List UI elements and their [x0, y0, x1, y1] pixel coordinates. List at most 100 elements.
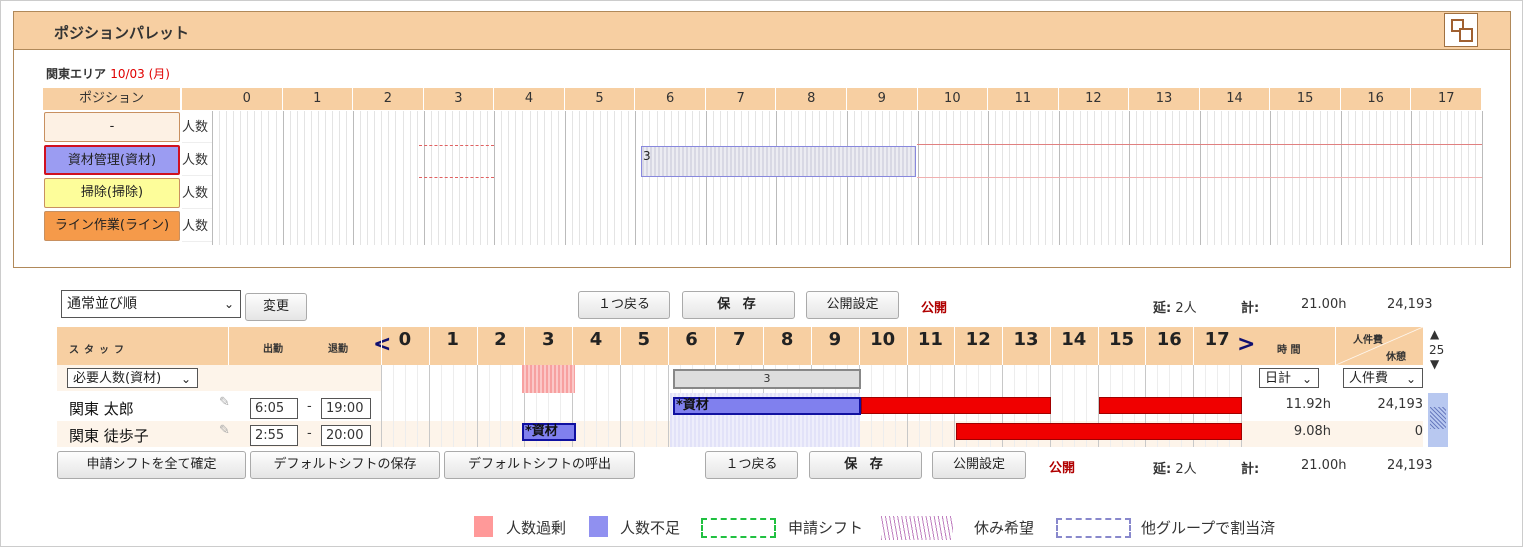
grid-line [755, 111, 757, 245]
grid-line [861, 111, 863, 245]
save-default-shift-button[interactable]: デフォルトシフトの保存 [250, 451, 440, 479]
headcount-label: 人数 [182, 112, 212, 143]
grid-line [974, 111, 975, 245]
publish-settings-button[interactable]: 公開設定 [932, 451, 1026, 479]
grid-line [240, 111, 242, 245]
total-label: 計: [1241, 301, 1260, 316]
change-button[interactable]: 変更 [245, 293, 307, 321]
grid-line [578, 111, 580, 245]
shift-end-input[interactable]: 20:00 [321, 425, 371, 446]
hour-divider [763, 327, 765, 365]
grid-line [1376, 111, 1378, 245]
palette-header: ポジションパレット [14, 12, 1510, 50]
hour-label: 0 [398, 329, 412, 350]
load-default-shift-button[interactable]: デフォルトシフトの呼出 [444, 451, 635, 479]
grid-line [571, 111, 573, 245]
grid-line [1340, 111, 1342, 245]
grid-line [1453, 111, 1455, 245]
hour-divider [954, 327, 956, 365]
grid-line [910, 111, 912, 245]
grid-line [1023, 111, 1025, 245]
total-people-label: 延: [1153, 462, 1172, 477]
scroll-up-icon[interactable]: ▲ [1430, 327, 1439, 341]
shift-bar-unassigned[interactable] [956, 423, 1242, 440]
grid-line [684, 111, 686, 245]
grid-line [1397, 111, 1399, 245]
staff-name[interactable]: 関東 徒歩子 [69, 425, 149, 446]
hour-label: 4 [494, 88, 564, 110]
position-button[interactable]: 資材管理(資材) [44, 145, 180, 175]
shift-bar-unassigned[interactable] [861, 397, 1051, 414]
undo-button[interactable]: １つ戻る [705, 451, 798, 479]
hour-divider [428, 327, 430, 365]
required-count-bar[interactable]: 3 [673, 369, 861, 389]
grid-line [409, 111, 411, 245]
grid-line [1129, 111, 1131, 245]
position-button[interactable]: 掃除(掃除) [44, 178, 180, 208]
grid-line [889, 111, 891, 245]
daily-total-value: 日計 [1265, 371, 1292, 386]
hour-divider [1097, 327, 1099, 365]
hour-divider [667, 327, 669, 365]
grid-line [868, 111, 870, 245]
shift-bar-material[interactable]: *資材 [522, 423, 576, 441]
grid-line [1136, 111, 1138, 245]
grid-line [515, 111, 517, 245]
date-label: 10/03 (月) [110, 67, 170, 81]
shift-bar-unassigned[interactable] [1099, 397, 1242, 414]
cost-type-select[interactable]: 人件費 ⌄ [1343, 368, 1423, 388]
grid-line [903, 111, 905, 245]
grid-line [1319, 111, 1321, 245]
sort-order-select[interactable]: 通常並び順 ⌄ [61, 290, 241, 318]
scroll-count: 25 [1429, 343, 1445, 357]
hour-label: 8 [776, 88, 846, 110]
hour-divider [524, 327, 526, 365]
grid-line [854, 111, 856, 245]
required-count-select[interactable]: 必要人数(資材) ⌄ [67, 368, 198, 388]
scroll-down-icon[interactable]: ▼ [1430, 357, 1439, 371]
grid-line [339, 111, 340, 245]
scroll-thumb[interactable] [1430, 407, 1446, 429]
grid-line [254, 111, 256, 245]
grid-line [247, 111, 249, 245]
required-count-value: 必要人数(資材) [73, 371, 162, 386]
collapse-palette-icon[interactable] [1444, 13, 1478, 47]
shift-start-input[interactable]: 6:05 [250, 398, 298, 419]
publish-settings-button[interactable]: 公開設定 [806, 291, 899, 319]
overage-line [917, 144, 1482, 145]
scroll-track[interactable] [1428, 393, 1448, 447]
save-button[interactable]: 保 存 [809, 451, 922, 479]
confirm-all-requests-button[interactable]: 申請シフトを全て確定 [57, 451, 246, 479]
shift-start-input[interactable]: 2:55 [250, 425, 298, 446]
shift-end-input[interactable]: 19:00 [321, 398, 371, 419]
scroll-right-icon[interactable]: > [1237, 332, 1255, 357]
grid-line [1185, 111, 1187, 245]
save-button[interactable]: 保 存 [682, 291, 795, 319]
staff-name[interactable]: 関東 太郎 [69, 398, 134, 419]
staffing-block[interactable]: 3 [641, 146, 916, 177]
legend-holiday: 休み希望 [974, 519, 1035, 537]
grid-line [607, 365, 609, 447]
grid-line [303, 111, 305, 245]
undo-button[interactable]: １つ戻る [578, 291, 670, 319]
hour-label: 12 [1058, 88, 1129, 110]
position-button[interactable]: - [44, 112, 180, 142]
headcount-label: 人数 [182, 178, 212, 209]
grid-line [1256, 111, 1258, 245]
grid-line [607, 111, 609, 245]
grid-line [1298, 111, 1300, 245]
position-column-header: ポジション [43, 88, 180, 110]
shift-bar-material[interactable]: *資材 [673, 397, 861, 415]
position-button[interactable]: ライン作業(ライン) [44, 211, 180, 241]
grid-line [832, 111, 834, 245]
grid-line [938, 111, 940, 245]
grid-line [1101, 111, 1102, 245]
grid-line [584, 365, 586, 447]
grid-line [1355, 111, 1356, 245]
grid-line [593, 111, 594, 245]
daily-total-select[interactable]: 日計 ⌄ [1259, 368, 1319, 388]
grid-line [360, 111, 362, 245]
grid-line [952, 111, 954, 245]
grid-line [444, 111, 446, 245]
staff-cost: 24,193 [1377, 397, 1424, 412]
